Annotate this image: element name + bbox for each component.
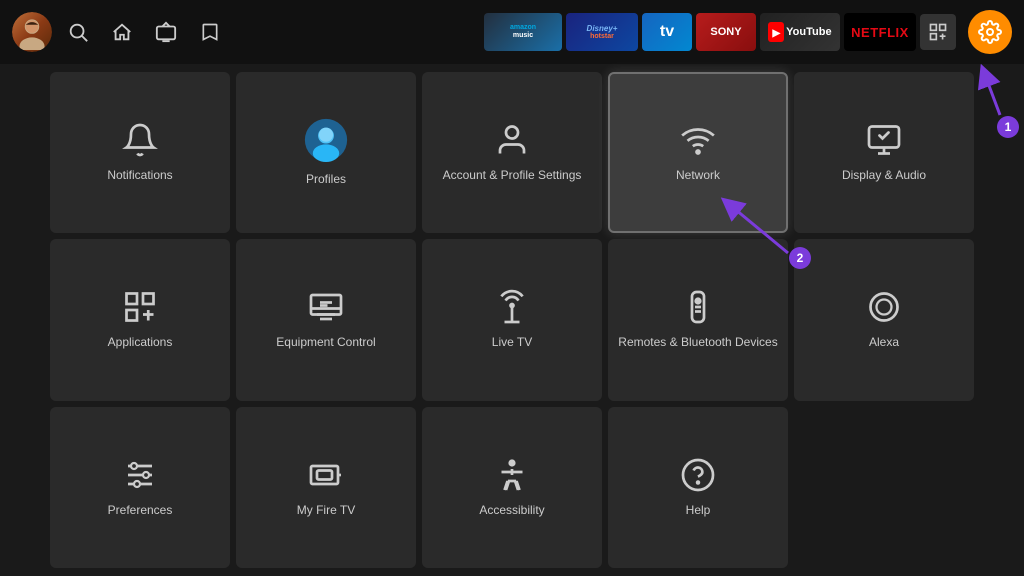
disney-hotstar-app[interactable]: Disney+ hotstar bbox=[566, 13, 638, 51]
youtube-app[interactable]: ▶ YouTube bbox=[760, 13, 840, 51]
settings-gear-button[interactable] bbox=[968, 10, 1012, 54]
live-tv-tile[interactable]: Live TV bbox=[422, 239, 602, 400]
remotes-bluetooth-tile[interactable]: Remotes & Bluetooth Devices bbox=[608, 239, 788, 400]
remote-icon bbox=[680, 289, 716, 325]
live-tv-label: Live TV bbox=[492, 335, 532, 351]
profiles-label: Profiles bbox=[306, 172, 346, 188]
person-icon bbox=[494, 122, 530, 158]
preferences-tile[interactable]: Preferences bbox=[50, 407, 230, 568]
user-avatar[interactable] bbox=[12, 12, 52, 52]
netflix-app[interactable]: NETFLIX bbox=[844, 13, 916, 51]
equipment-control-label: Equipment Control bbox=[276, 335, 375, 351]
bell-icon bbox=[122, 122, 158, 158]
amazon-music-app[interactable]: amazon music bbox=[484, 13, 562, 51]
sony-app[interactable]: SONY bbox=[696, 13, 756, 51]
account-profile-tile[interactable]: Account & Profile Settings bbox=[422, 72, 602, 233]
app-shortcuts: amazon music Disney+ hotstar tv SONY ▶ Y… bbox=[484, 13, 956, 51]
help-label: Help bbox=[686, 503, 711, 519]
apps-icon bbox=[122, 289, 158, 325]
network-tile[interactable]: Network bbox=[608, 72, 788, 233]
home-icon[interactable] bbox=[104, 14, 140, 50]
settings-grid: Notifications Profiles Account & Profile… bbox=[0, 64, 1024, 576]
help-tile[interactable]: Help bbox=[608, 407, 788, 568]
sliders-icon bbox=[122, 457, 158, 493]
preferences-label: Preferences bbox=[108, 503, 173, 519]
antenna-icon bbox=[494, 289, 530, 325]
account-profile-label: Account & Profile Settings bbox=[443, 168, 582, 184]
remotes-bluetooth-label: Remotes & Bluetooth Devices bbox=[618, 335, 777, 351]
firetv-icon bbox=[308, 457, 344, 493]
alexa-tile[interactable]: Alexa bbox=[794, 239, 974, 400]
accessibility-tile[interactable]: Accessibility bbox=[422, 407, 602, 568]
display-audio-tile[interactable]: Display & Audio bbox=[794, 72, 974, 233]
alexa-icon bbox=[866, 289, 902, 325]
my-fire-tv-label: My Fire TV bbox=[297, 503, 355, 519]
display-audio-label: Display & Audio bbox=[842, 168, 926, 184]
search-icon[interactable] bbox=[60, 14, 96, 50]
top-navigation: amazon music Disney+ hotstar tv SONY ▶ Y… bbox=[0, 0, 1024, 64]
alexa-label: Alexa bbox=[869, 335, 899, 351]
tv-icon[interactable] bbox=[148, 14, 184, 50]
equipment-control-tile[interactable]: Equipment Control bbox=[236, 239, 416, 400]
my-fire-tv-tile[interactable]: My Fire TV bbox=[236, 407, 416, 568]
notifications-tile[interactable]: Notifications bbox=[50, 72, 230, 233]
accessibility-icon bbox=[494, 457, 530, 493]
applications-tile[interactable]: Applications bbox=[50, 239, 230, 400]
help-icon bbox=[680, 457, 716, 493]
all-apps-icon[interactable] bbox=[920, 14, 956, 50]
applications-label: Applications bbox=[108, 335, 173, 351]
profiles-icon bbox=[304, 118, 348, 162]
network-label: Network bbox=[676, 168, 720, 184]
display-icon bbox=[866, 122, 902, 158]
profiles-tile[interactable]: Profiles bbox=[236, 72, 416, 233]
wifi-icon bbox=[680, 122, 716, 158]
accessibility-label: Accessibility bbox=[479, 503, 544, 519]
tv-app[interactable]: tv bbox=[642, 13, 692, 51]
monitor-icon bbox=[308, 289, 344, 325]
notifications-label: Notifications bbox=[107, 168, 172, 184]
bookmark-icon[interactable] bbox=[192, 14, 228, 50]
